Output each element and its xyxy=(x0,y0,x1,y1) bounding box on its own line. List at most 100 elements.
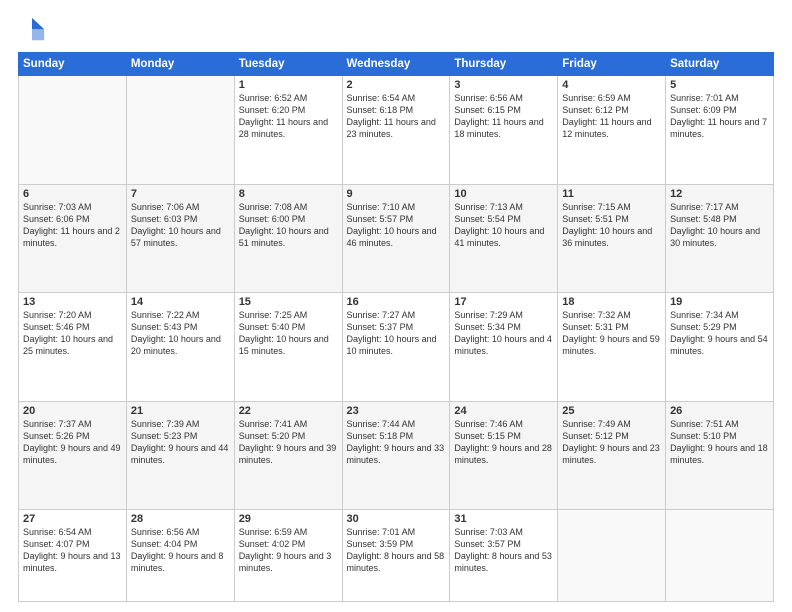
weekday-header-friday: Friday xyxy=(558,53,666,76)
logo xyxy=(18,16,50,44)
day-number: 3 xyxy=(454,79,553,91)
calendar-cell: 25Sunrise: 7:49 AM Sunset: 5:12 PM Dayli… xyxy=(558,401,666,510)
day-number: 10 xyxy=(454,188,553,200)
calendar-cell: 26Sunrise: 7:51 AM Sunset: 5:10 PM Dayli… xyxy=(666,401,774,510)
day-info: Sunrise: 7:51 AM Sunset: 5:10 PM Dayligh… xyxy=(670,418,769,467)
day-info: Sunrise: 7:37 AM Sunset: 5:26 PM Dayligh… xyxy=(23,418,122,467)
calendar-cell: 15Sunrise: 7:25 AM Sunset: 5:40 PM Dayli… xyxy=(234,293,342,402)
day-info: Sunrise: 7:13 AM Sunset: 5:54 PM Dayligh… xyxy=(454,201,553,250)
day-number: 30 xyxy=(347,513,446,525)
day-info: Sunrise: 7:39 AM Sunset: 5:23 PM Dayligh… xyxy=(131,418,230,467)
calendar-cell xyxy=(19,76,127,185)
day-number: 24 xyxy=(454,405,553,417)
day-info: Sunrise: 6:59 AM Sunset: 6:12 PM Dayligh… xyxy=(562,92,661,141)
day-number: 25 xyxy=(562,405,661,417)
calendar-cell: 10Sunrise: 7:13 AM Sunset: 5:54 PM Dayli… xyxy=(450,184,558,293)
weekday-header-tuesday: Tuesday xyxy=(234,53,342,76)
calendar-cell: 21Sunrise: 7:39 AM Sunset: 5:23 PM Dayli… xyxy=(126,401,234,510)
day-number: 15 xyxy=(239,296,338,308)
calendar-cell: 14Sunrise: 7:22 AM Sunset: 5:43 PM Dayli… xyxy=(126,293,234,402)
day-info: Sunrise: 7:17 AM Sunset: 5:48 PM Dayligh… xyxy=(670,201,769,250)
day-number: 16 xyxy=(347,296,446,308)
calendar-cell xyxy=(126,76,234,185)
day-number: 13 xyxy=(23,296,122,308)
calendar-cell: 2Sunrise: 6:54 AM Sunset: 6:18 PM Daylig… xyxy=(342,76,450,185)
weekday-header-row: SundayMondayTuesdayWednesdayThursdayFrid… xyxy=(19,53,774,76)
day-number: 5 xyxy=(670,79,769,91)
day-info: Sunrise: 7:10 AM Sunset: 5:57 PM Dayligh… xyxy=(347,201,446,250)
logo-icon xyxy=(18,16,46,44)
day-info: Sunrise: 7:08 AM Sunset: 6:00 PM Dayligh… xyxy=(239,201,338,250)
weekday-header-saturday: Saturday xyxy=(666,53,774,76)
day-info: Sunrise: 7:29 AM Sunset: 5:34 PM Dayligh… xyxy=(454,309,553,358)
day-info: Sunrise: 7:25 AM Sunset: 5:40 PM Dayligh… xyxy=(239,309,338,358)
day-info: Sunrise: 7:20 AM Sunset: 5:46 PM Dayligh… xyxy=(23,309,122,358)
calendar-cell xyxy=(666,510,774,602)
day-info: Sunrise: 7:46 AM Sunset: 5:15 PM Dayligh… xyxy=(454,418,553,467)
day-info: Sunrise: 7:44 AM Sunset: 5:18 PM Dayligh… xyxy=(347,418,446,467)
day-info: Sunrise: 6:56 AM Sunset: 6:15 PM Dayligh… xyxy=(454,92,553,141)
day-number: 4 xyxy=(562,79,661,91)
day-info: Sunrise: 6:54 AM Sunset: 4:07 PM Dayligh… xyxy=(23,526,122,575)
day-number: 17 xyxy=(454,296,553,308)
page: SundayMondayTuesdayWednesdayThursdayFrid… xyxy=(0,0,792,612)
calendar-cell: 24Sunrise: 7:46 AM Sunset: 5:15 PM Dayli… xyxy=(450,401,558,510)
day-number: 27 xyxy=(23,513,122,525)
day-number: 9 xyxy=(347,188,446,200)
calendar-cell xyxy=(558,510,666,602)
calendar-cell: 9Sunrise: 7:10 AM Sunset: 5:57 PM Daylig… xyxy=(342,184,450,293)
day-number: 23 xyxy=(347,405,446,417)
day-number: 6 xyxy=(23,188,122,200)
day-number: 31 xyxy=(454,513,553,525)
calendar-cell: 18Sunrise: 7:32 AM Sunset: 5:31 PM Dayli… xyxy=(558,293,666,402)
calendar-cell: 17Sunrise: 7:29 AM Sunset: 5:34 PM Dayli… xyxy=(450,293,558,402)
weekday-header-monday: Monday xyxy=(126,53,234,76)
calendar-cell: 5Sunrise: 7:01 AM Sunset: 6:09 PM Daylig… xyxy=(666,76,774,185)
day-info: Sunrise: 7:22 AM Sunset: 5:43 PM Dayligh… xyxy=(131,309,230,358)
day-number: 8 xyxy=(239,188,338,200)
day-number: 20 xyxy=(23,405,122,417)
day-info: Sunrise: 7:27 AM Sunset: 5:37 PM Dayligh… xyxy=(347,309,446,358)
calendar-cell: 16Sunrise: 7:27 AM Sunset: 5:37 PM Dayli… xyxy=(342,293,450,402)
day-info: Sunrise: 7:41 AM Sunset: 5:20 PM Dayligh… xyxy=(239,418,338,467)
calendar-cell: 28Sunrise: 6:56 AM Sunset: 4:04 PM Dayli… xyxy=(126,510,234,602)
day-number: 12 xyxy=(670,188,769,200)
day-number: 11 xyxy=(562,188,661,200)
header xyxy=(18,16,774,44)
weekday-header-wednesday: Wednesday xyxy=(342,53,450,76)
day-info: Sunrise: 6:54 AM Sunset: 6:18 PM Dayligh… xyxy=(347,92,446,141)
day-number: 2 xyxy=(347,79,446,91)
day-info: Sunrise: 6:52 AM Sunset: 6:20 PM Dayligh… xyxy=(239,92,338,141)
day-number: 1 xyxy=(239,79,338,91)
calendar-cell: 29Sunrise: 6:59 AM Sunset: 4:02 PM Dayli… xyxy=(234,510,342,602)
day-info: Sunrise: 6:59 AM Sunset: 4:02 PM Dayligh… xyxy=(239,526,338,575)
calendar-cell: 11Sunrise: 7:15 AM Sunset: 5:51 PM Dayli… xyxy=(558,184,666,293)
calendar-cell: 13Sunrise: 7:20 AM Sunset: 5:46 PM Dayli… xyxy=(19,293,127,402)
day-info: Sunrise: 7:03 AM Sunset: 6:06 PM Dayligh… xyxy=(23,201,122,250)
calendar-cell: 31Sunrise: 7:03 AM Sunset: 3:57 PM Dayli… xyxy=(450,510,558,602)
weekday-header-thursday: Thursday xyxy=(450,53,558,76)
day-number: 18 xyxy=(562,296,661,308)
calendar-cell: 8Sunrise: 7:08 AM Sunset: 6:00 PM Daylig… xyxy=(234,184,342,293)
day-number: 22 xyxy=(239,405,338,417)
calendar-cell: 23Sunrise: 7:44 AM Sunset: 5:18 PM Dayli… xyxy=(342,401,450,510)
day-number: 7 xyxy=(131,188,230,200)
calendar-cell: 20Sunrise: 7:37 AM Sunset: 5:26 PM Dayli… xyxy=(19,401,127,510)
day-info: Sunrise: 7:34 AM Sunset: 5:29 PM Dayligh… xyxy=(670,309,769,358)
day-info: Sunrise: 6:56 AM Sunset: 4:04 PM Dayligh… xyxy=(131,526,230,575)
day-info: Sunrise: 7:15 AM Sunset: 5:51 PM Dayligh… xyxy=(562,201,661,250)
day-number: 26 xyxy=(670,405,769,417)
weekday-header-sunday: Sunday xyxy=(19,53,127,76)
day-number: 19 xyxy=(670,296,769,308)
calendar-cell: 30Sunrise: 7:01 AM Sunset: 3:59 PM Dayli… xyxy=(342,510,450,602)
calendar-cell: 12Sunrise: 7:17 AM Sunset: 5:48 PM Dayli… xyxy=(666,184,774,293)
day-info: Sunrise: 7:06 AM Sunset: 6:03 PM Dayligh… xyxy=(131,201,230,250)
day-info: Sunrise: 7:32 AM Sunset: 5:31 PM Dayligh… xyxy=(562,309,661,358)
calendar-cell: 4Sunrise: 6:59 AM Sunset: 6:12 PM Daylig… xyxy=(558,76,666,185)
day-number: 21 xyxy=(131,405,230,417)
calendar-cell: 3Sunrise: 6:56 AM Sunset: 6:15 PM Daylig… xyxy=(450,76,558,185)
calendar-cell: 19Sunrise: 7:34 AM Sunset: 5:29 PM Dayli… xyxy=(666,293,774,402)
calendar-cell: 27Sunrise: 6:54 AM Sunset: 4:07 PM Dayli… xyxy=(19,510,127,602)
calendar-table: SundayMondayTuesdayWednesdayThursdayFrid… xyxy=(18,52,774,602)
day-info: Sunrise: 7:49 AM Sunset: 5:12 PM Dayligh… xyxy=(562,418,661,467)
